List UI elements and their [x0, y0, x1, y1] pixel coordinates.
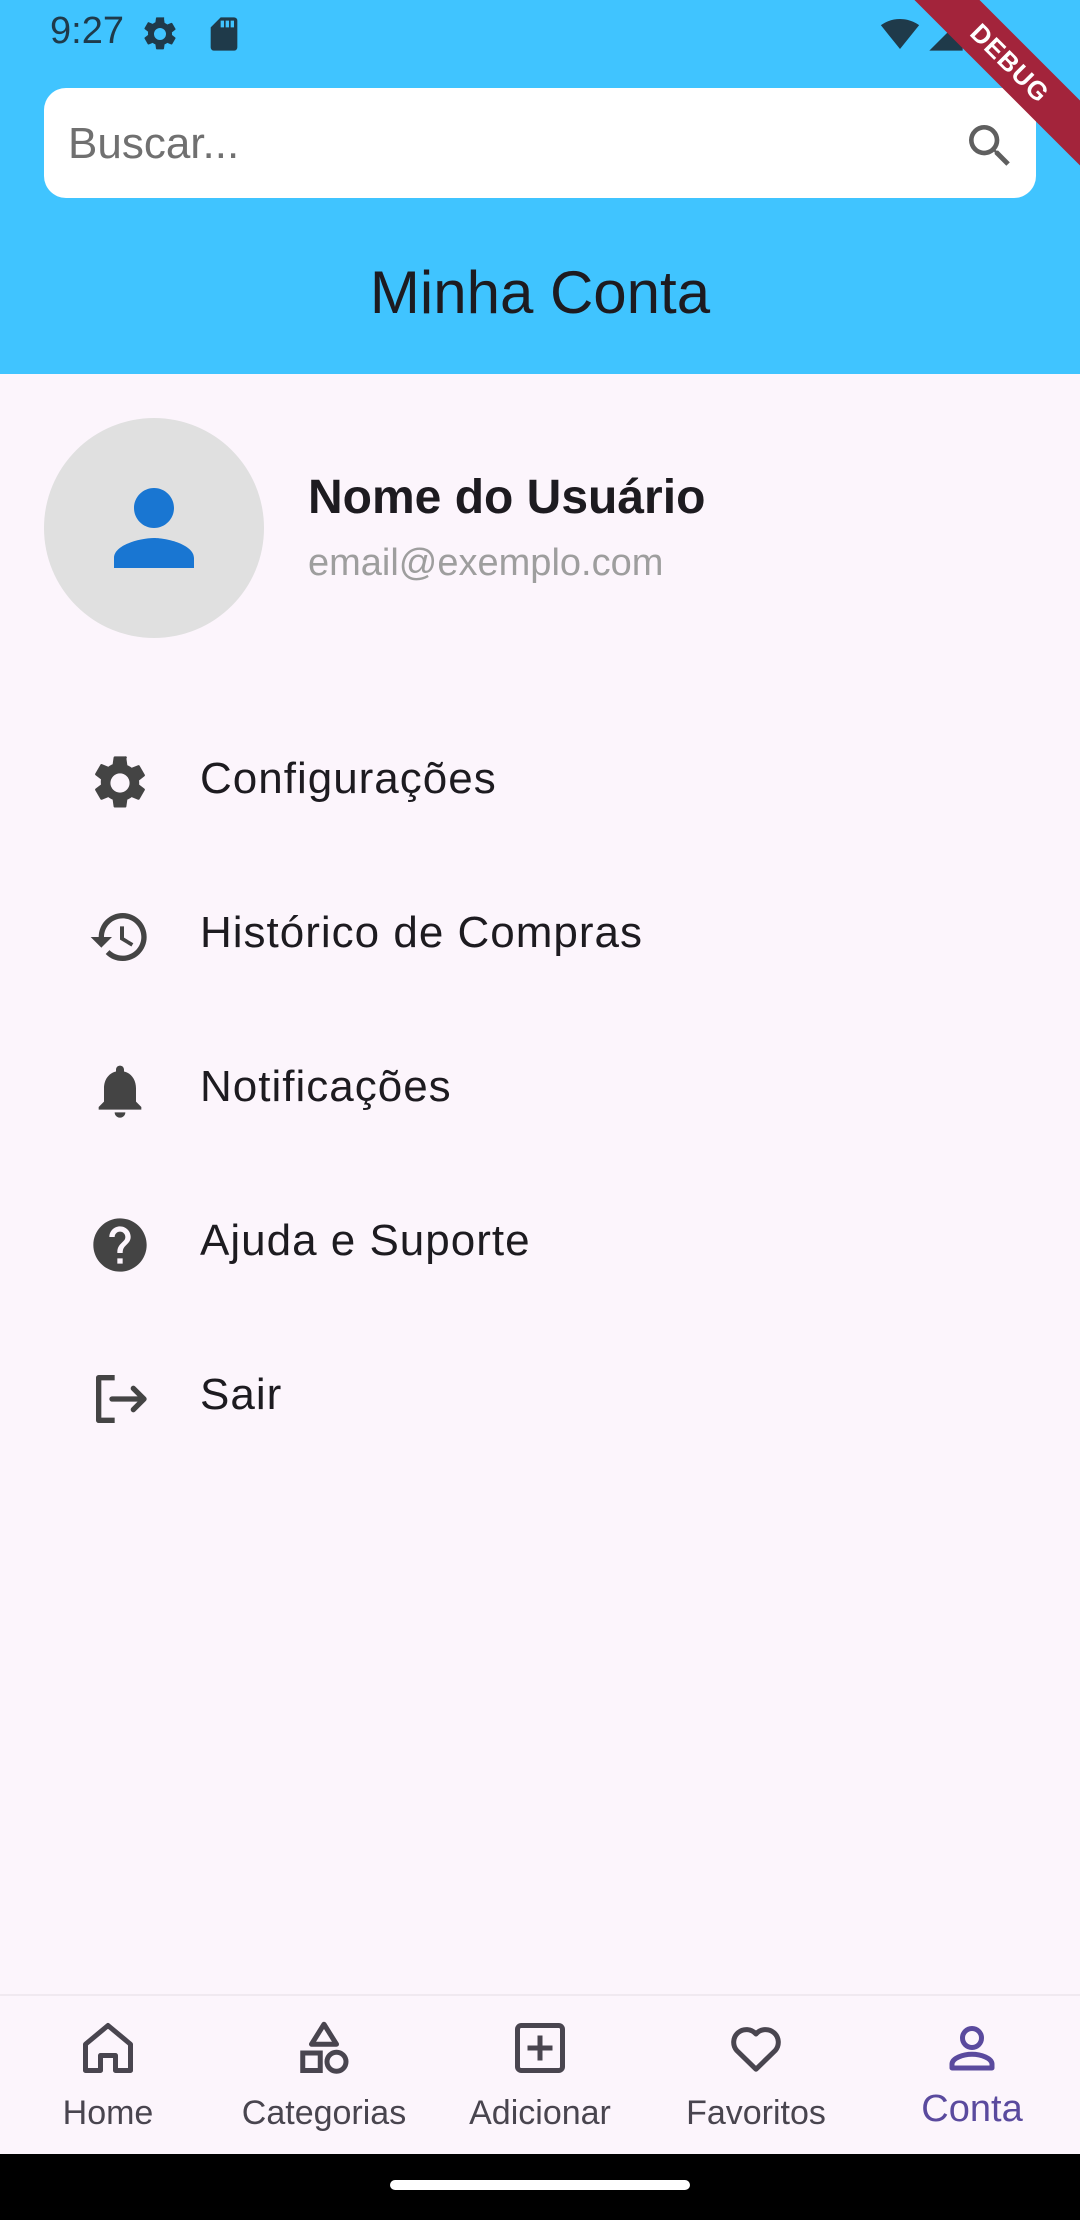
- search-input[interactable]: [66, 88, 910, 200]
- gear-icon: [95, 756, 145, 808]
- person-icon: [114, 488, 194, 568]
- user-name: Nome do Usuário: [308, 471, 706, 524]
- menu-item-label: Sair: [200, 1370, 283, 1419]
- menu-item-ajuda[interactable]: Ajuda e Suporte: [0, 1164, 1080, 1318]
- user-email: email@exemplo.com: [308, 542, 664, 584]
- menu-item-label: Configurações: [200, 754, 497, 803]
- nav-label: Favoritos: [686, 2094, 826, 2132]
- profile-card: Nome do Usuário email@exemplo.com: [44, 418, 1044, 638]
- avatar[interactable]: [44, 418, 264, 638]
- system-gesture-bar: [0, 2154, 1080, 2220]
- menu-item-notificacoes[interactable]: Notificações: [0, 1010, 1080, 1164]
- nav-item-adicionar[interactable]: Adicionar: [432, 1996, 648, 2156]
- menu-item-label: Histórico de Compras: [200, 908, 644, 957]
- nav-item-conta[interactable]: Conta: [864, 1996, 1080, 2156]
- nav-label: Conta: [921, 2088, 1023, 2130]
- menu-item-label: Notificações: [200, 1062, 452, 1111]
- menu-item-historico[interactable]: Histórico de Compras: [0, 856, 1080, 1010]
- heart-icon: [731, 2027, 781, 2072]
- nav-label: Home: [62, 2094, 154, 2132]
- logout-icon: [96, 1375, 147, 1423]
- menu-item-configuracoes[interactable]: Configurações: [0, 702, 1080, 856]
- add-box-icon: [515, 2023, 565, 2073]
- history-icon: [90, 913, 147, 961]
- app-header: 9:27 Minha Conta: [0, 0, 1080, 374]
- settings-icon: [144, 17, 176, 50]
- search-icon[interactable]: [962, 118, 1018, 174]
- sd-card-icon: [210, 17, 238, 51]
- page-title: Minha Conta: [369, 259, 711, 326]
- help-icon: [93, 1218, 147, 1272]
- menu-item-sair[interactable]: Sair: [0, 1318, 1080, 1472]
- person-icon: [949, 2025, 995, 2071]
- nav-label: Adicionar: [469, 2094, 611, 2132]
- status-bar: 9:27: [0, 0, 1080, 66]
- search-box[interactable]: [44, 88, 1036, 200]
- wifi-icon: [880, 19, 920, 49]
- nav-item-favoritos[interactable]: Favoritos: [648, 1996, 864, 2156]
- bottom-nav: Home Categorias Adicionar Favoritos Cont…: [0, 1994, 1080, 2156]
- bell-icon: [98, 1065, 142, 1118]
- status-time: 9:27: [50, 10, 124, 52]
- categories-icon: [300, 2021, 349, 2074]
- menu-item-label: Ajuda e Suporte: [200, 1216, 531, 1265]
- home-gesture-handle[interactable]: [390, 2180, 690, 2190]
- nav-item-home[interactable]: Home: [0, 1996, 216, 2156]
- account-menu: Configurações Histórico de Compras Notif…: [0, 702, 1080, 1472]
- nav-label: Categorias: [241, 2094, 407, 2132]
- nav-item-categorias[interactable]: Categorias: [216, 1996, 432, 2156]
- home-icon: [83, 2023, 133, 2073]
